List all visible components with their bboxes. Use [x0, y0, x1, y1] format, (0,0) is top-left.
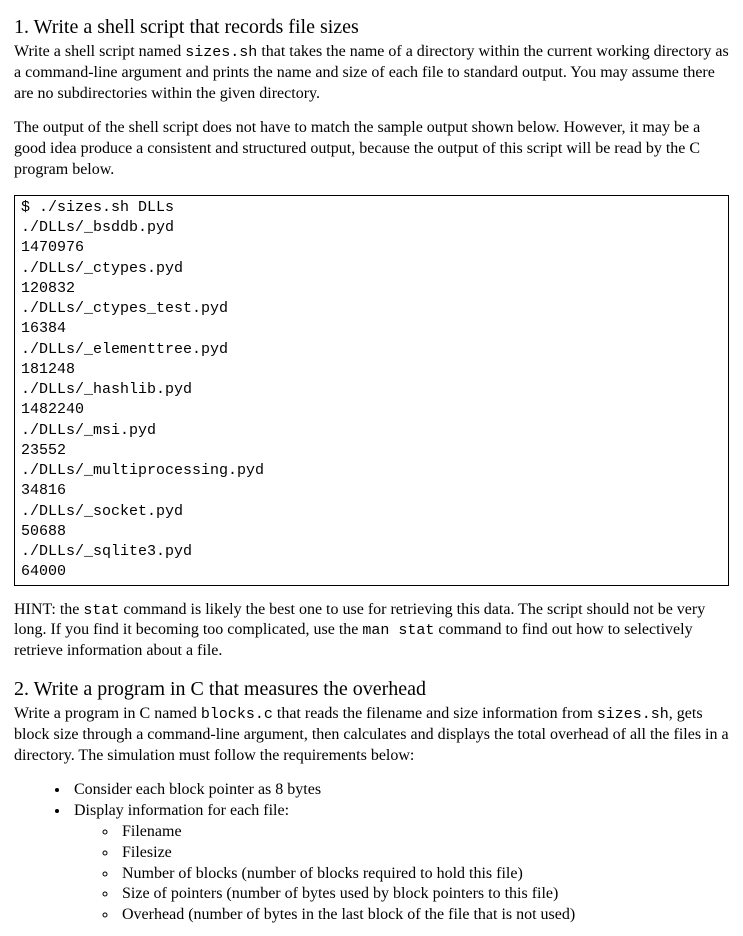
text: Write a shell script named — [14, 43, 185, 60]
text: HINT: the — [14, 601, 83, 618]
requirements-list: Consider each block pointer as 8 bytes D… — [14, 780, 729, 926]
text: that reads the filename and size informa… — [273, 705, 597, 722]
section1-hint: HINT: the stat command is likely the bes… — [14, 600, 729, 662]
file-info-sublist: Filename Filesize Number of blocks (numb… — [74, 822, 729, 926]
code-sizes-sh: sizes.sh — [185, 44, 257, 61]
section1-heading: 1. Write a shell script that records fil… — [14, 14, 729, 40]
list-item-label: Display information for each file: — [74, 802, 289, 819]
section1-para2: The output of the shell script does not … — [14, 118, 729, 180]
code-block-sample-output: $ ./sizes.sh DLLs ./DLLs/_bsddb.pyd 1470… — [14, 195, 729, 586]
text: Write a program in C named — [14, 705, 201, 722]
section2-intro: Write a program in C named blocks.c that… — [14, 704, 729, 766]
code-stat: stat — [83, 602, 119, 619]
code-man-stat: man stat — [362, 622, 434, 639]
list-item: Overhead (number of bytes in the last bl… — [118, 905, 729, 926]
list-item: Consider each block pointer as 8 bytes — [70, 780, 729, 801]
list-item: Display information for each file: Filen… — [70, 801, 729, 926]
section1-intro: Write a shell script named sizes.sh that… — [14, 42, 729, 104]
list-item: Filename — [118, 822, 729, 843]
list-item: Filesize — [118, 843, 729, 864]
section2-heading: 2. Write a program in C that measures th… — [14, 676, 729, 702]
list-item: Size of pointers (number of bytes used b… — [118, 884, 729, 905]
list-item: Number of blocks (number of blocks requi… — [118, 864, 729, 885]
code-sizes-sh-2: sizes.sh — [597, 706, 669, 723]
code-blocks-c: blocks.c — [201, 706, 273, 723]
